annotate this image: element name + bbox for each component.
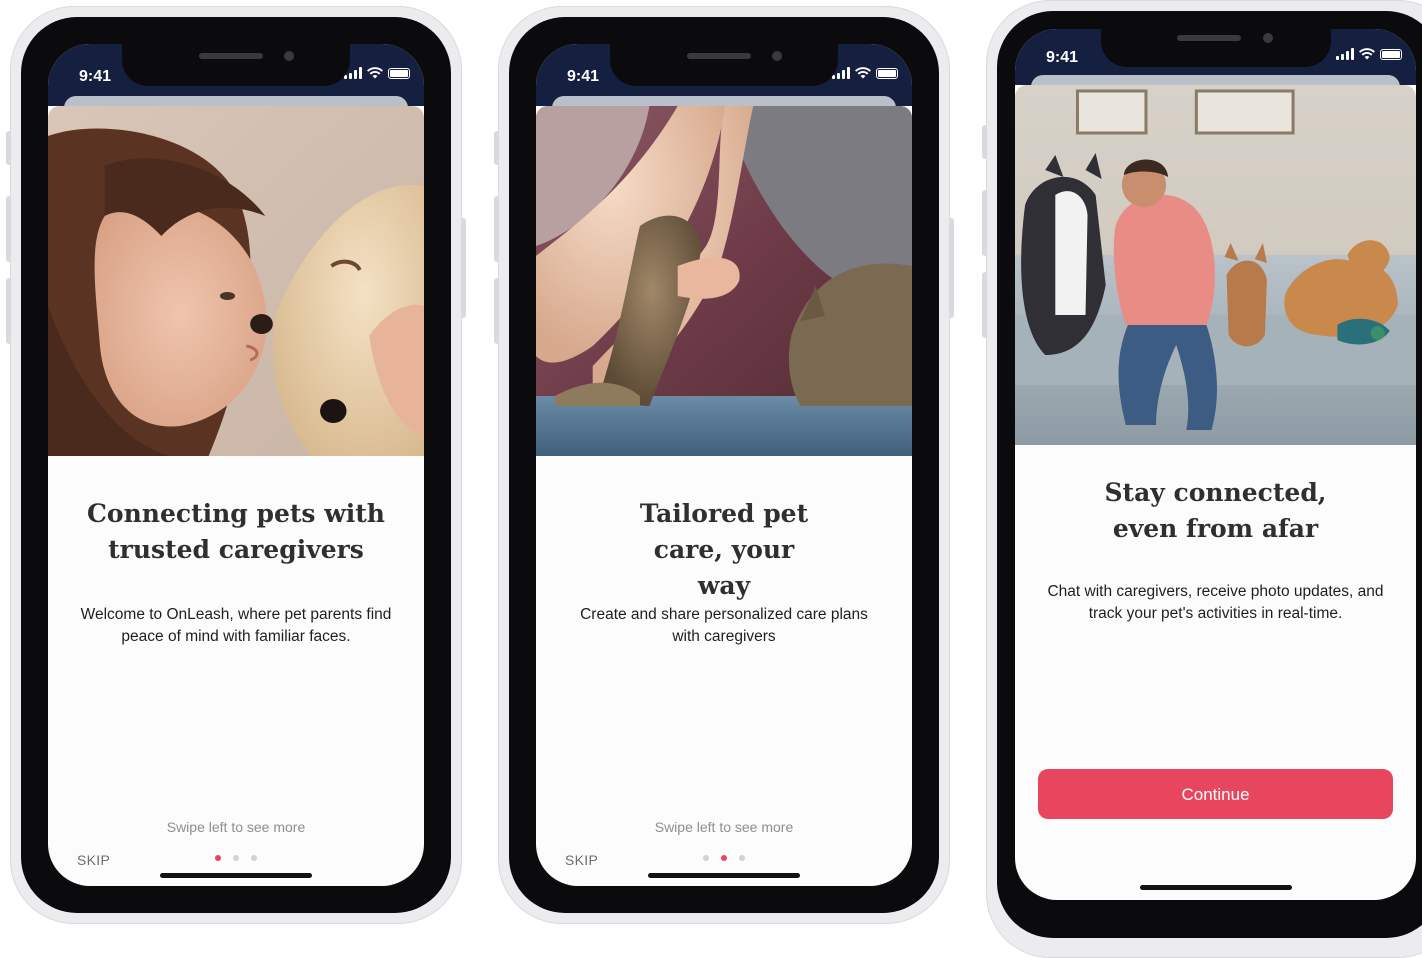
device-bezel: 9:41 bbox=[997, 11, 1422, 938]
page-dot-active[interactable] bbox=[721, 855, 727, 861]
home-indicator bbox=[1139, 885, 1292, 890]
page-dot[interactable] bbox=[233, 855, 239, 861]
battery-icon bbox=[876, 68, 898, 79]
wifi-icon bbox=[855, 67, 871, 79]
page-indicator bbox=[703, 855, 745, 861]
page-dot[interactable] bbox=[739, 855, 745, 861]
hero-image-woman-with-dogs-on-sofa bbox=[1015, 85, 1416, 445]
signal-icon bbox=[1336, 48, 1354, 60]
page-dot[interactable] bbox=[251, 855, 257, 861]
swipe-hint: Swipe left to see more bbox=[166, 819, 306, 835]
device-notch bbox=[122, 44, 350, 86]
status-icons bbox=[832, 67, 898, 79]
home-indicator bbox=[160, 873, 312, 878]
onboarding-description: Welcome to OnLeash, where pet parents fi… bbox=[80, 606, 392, 645]
screen: 9:41 bbox=[1015, 29, 1416, 900]
page-dot-active[interactable] bbox=[215, 855, 221, 861]
skip-button[interactable]: SKIP bbox=[565, 852, 598, 868]
front-camera bbox=[1262, 33, 1273, 43]
status-time: 9:41 bbox=[567, 68, 600, 85]
wifi-icon bbox=[367, 67, 383, 79]
phone-onboarding-3: 9:41 Stay connected, even from afar Chat… bbox=[982, 0, 1422, 958]
phone-onboarding-2: 9:41 Tailored pet care, your way Create … bbox=[494, 6, 954, 924]
screen: 9:41 bbox=[536, 44, 912, 886]
speaker-grille bbox=[1176, 35, 1241, 41]
onboarding-title: Connecting pets with trusted caregivers bbox=[87, 499, 385, 564]
onboarding-title: Stay connected, even from afar bbox=[1104, 478, 1327, 543]
phone-onboarding-1: 9:41 Connecting pets with trusted caregi… bbox=[6, 6, 466, 924]
continue-button[interactable]: Continue bbox=[1038, 769, 1393, 819]
battery-icon bbox=[1380, 49, 1402, 60]
status-icons bbox=[1336, 48, 1402, 60]
hero-image-cat-high-five bbox=[536, 106, 912, 456]
page-indicator bbox=[215, 855, 257, 861]
onboarding-description: Create and share personalized care plans… bbox=[580, 606, 868, 645]
device-bezel: 9:41 bbox=[509, 17, 939, 913]
home-indicator bbox=[648, 873, 800, 878]
hero-image-woman-with-dog bbox=[48, 106, 424, 456]
device-bezel: 9:41 bbox=[21, 17, 451, 913]
status-time: 9:41 bbox=[1046, 49, 1079, 66]
wifi-icon bbox=[1359, 48, 1375, 60]
status-icons bbox=[344, 67, 410, 79]
swipe-hint: Swipe left to see more bbox=[654, 819, 794, 835]
page-dot[interactable] bbox=[703, 855, 709, 861]
device-notch bbox=[610, 44, 838, 86]
onboarding-description: Chat with caregivers, receive photo upda… bbox=[1047, 583, 1384, 622]
speaker-grille bbox=[687, 53, 751, 59]
skip-button[interactable]: SKIP bbox=[77, 852, 110, 868]
device-notch bbox=[1100, 29, 1331, 67]
onboarding-title: Tailored pet care, your way bbox=[639, 499, 809, 600]
front-camera bbox=[284, 51, 294, 61]
screen: 9:41 bbox=[48, 44, 424, 886]
speaker-grille bbox=[199, 53, 263, 59]
battery-icon bbox=[388, 68, 410, 79]
status-time: 9:41 bbox=[79, 68, 112, 85]
front-camera bbox=[772, 51, 782, 61]
